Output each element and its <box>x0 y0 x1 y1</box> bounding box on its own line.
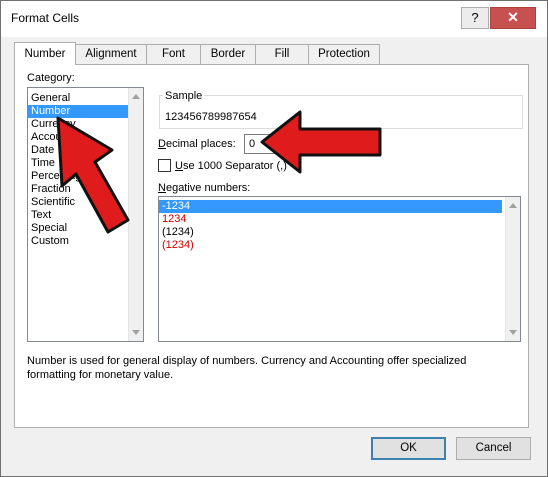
negative-numbers-list[interactable]: -1234 1234 (1234) (1234) <box>158 196 521 342</box>
category-item-general[interactable]: General <box>28 92 131 105</box>
category-item-date[interactable]: Date <box>28 144 131 157</box>
category-item-special[interactable]: Special <box>28 222 131 235</box>
category-scrollbar[interactable] <box>128 88 143 341</box>
scroll-down-icon[interactable] <box>132 330 140 335</box>
category-item-currency[interactable]: Currency <box>28 118 131 131</box>
tab-number[interactable]: Number <box>14 42 76 65</box>
number-tab-panel: Category: General Number Currency Accoun… <box>14 64 529 428</box>
format-cells-dialog: Format Cells ? ✕ Number Alignment Font B… <box>0 0 548 477</box>
close-icon: ✕ <box>507 9 519 25</box>
category-item-fraction[interactable]: Fraction <box>28 183 131 196</box>
tab-fill[interactable]: Fill <box>255 44 309 64</box>
window-title: Format Cells <box>11 11 80 25</box>
decimal-places-input[interactable]: 0 <box>244 134 286 154</box>
decimal-places-value: 0 <box>249 138 256 150</box>
ok-button[interactable]: OK <box>371 437 446 460</box>
tab-protection[interactable]: Protection <box>308 44 380 64</box>
negative-numbers-label: Negative numbers: <box>158 182 251 194</box>
help-button[interactable]: ? <box>461 7 489 29</box>
category-item-time[interactable]: Time <box>28 157 131 170</box>
negative-format-item[interactable]: -1234 <box>159 200 502 213</box>
decimal-places-label: Decimal places: <box>158 138 236 150</box>
tab-font[interactable]: Font <box>146 44 201 64</box>
scroll-up-icon[interactable] <box>509 203 517 208</box>
tab-border[interactable]: Border <box>200 44 256 64</box>
negative-numbers-scrollbar[interactable] <box>505 197 520 341</box>
category-item-percentage[interactable]: Percentage <box>28 170 131 183</box>
category-item-scientific[interactable]: Scientific <box>28 196 131 209</box>
scroll-up-icon[interactable] <box>132 94 140 99</box>
category-label: Category: <box>27 72 75 84</box>
sample-label: Sample <box>163 90 205 102</box>
category-item-text[interactable]: Text <box>28 209 131 222</box>
category-description: Number is used for general display of nu… <box>27 355 467 381</box>
title-bar: Format Cells ? ✕ <box>1 1 547 37</box>
sample-value: 123456789987654 <box>165 111 257 123</box>
tab-alignment[interactable]: Alignment <box>75 44 147 64</box>
category-item-number[interactable]: Number <box>28 105 131 118</box>
negative-format-item[interactable]: 1234 <box>159 213 502 226</box>
category-list[interactable]: General Number Currency Accounting Date … <box>27 87 144 342</box>
negative-format-item[interactable]: (1234) <box>159 239 502 252</box>
close-button[interactable]: ✕ <box>490 7 536 29</box>
thousands-separator-checkbox[interactable] <box>158 159 171 172</box>
cancel-button[interactable]: Cancel <box>456 437 531 460</box>
category-item-custom[interactable]: Custom <box>28 235 131 248</box>
thousands-separator-label[interactable]: Use 1000 Separator (,) <box>175 160 287 172</box>
help-icon: ? <box>471 10 479 25</box>
category-item-accounting[interactable]: Accounting <box>28 131 131 144</box>
negative-format-item[interactable]: (1234) <box>159 226 502 239</box>
scroll-down-icon[interactable] <box>509 330 517 335</box>
